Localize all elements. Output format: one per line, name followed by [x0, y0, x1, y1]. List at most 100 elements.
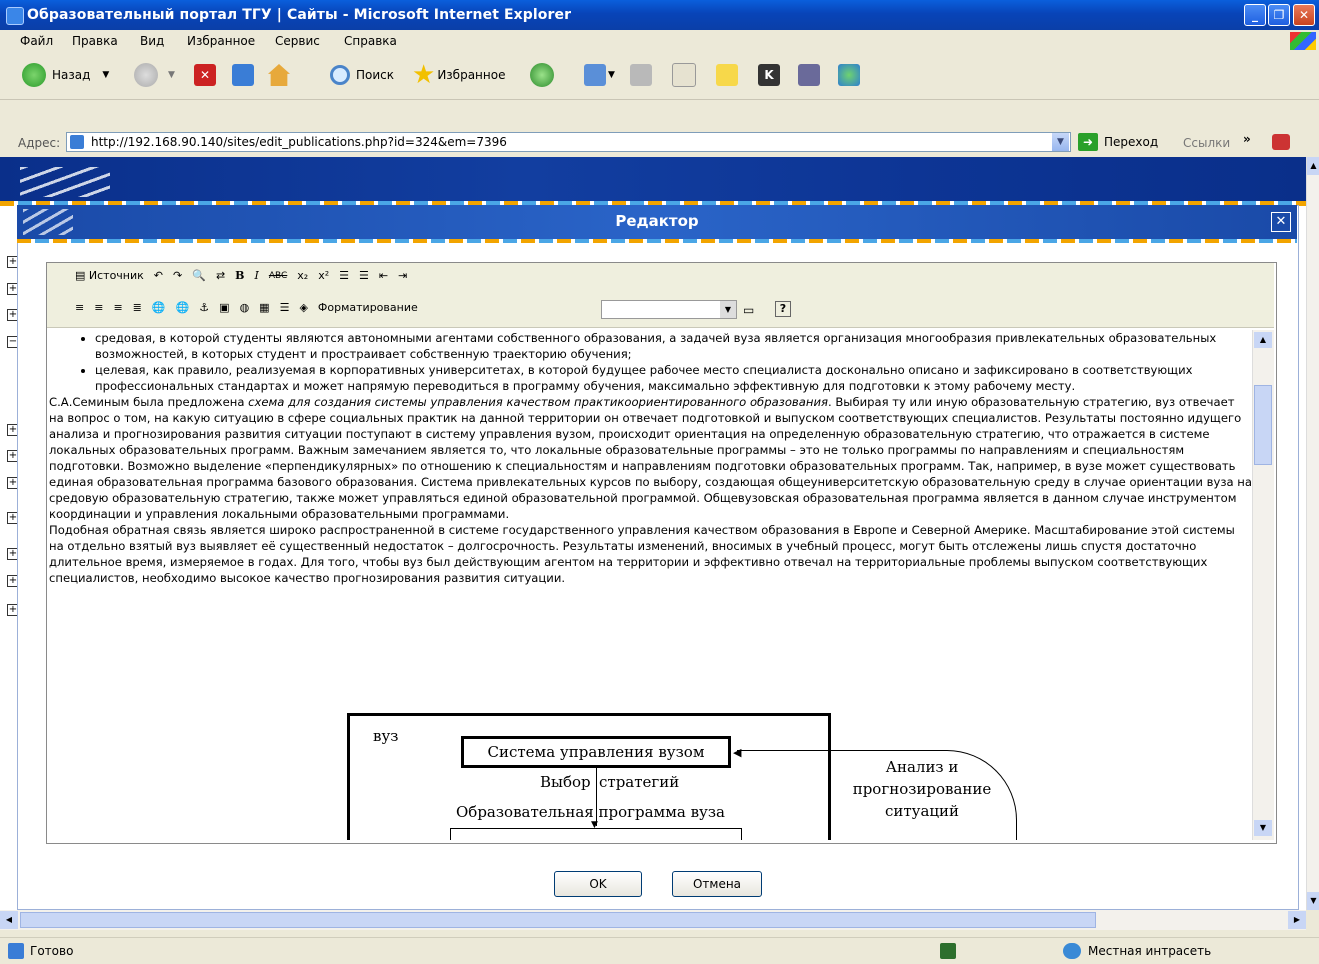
chevron-down-icon[interactable]: ▼	[608, 70, 615, 80]
research-button[interactable]	[798, 61, 820, 89]
discuss-button[interactable]	[716, 61, 738, 89]
editor-content[interactable]: средовая, в которой студенты являются ав…	[47, 330, 1252, 840]
menu-edit[interactable]: Правка	[72, 34, 118, 48]
editor-toolbar: ▤ Источник ↶ ↷ 🔍 ⇄ B I ABC x₂ x² ☰ ☰ ⇤ ⇥…	[47, 263, 1274, 328]
dialog-decor-stripe	[17, 239, 1297, 243]
window-title: Образовательный портал ТГУ | Сайты - Mic…	[27, 7, 572, 23]
table-icon[interactable]: ▦	[259, 301, 269, 314]
unlink-icon[interactable]: 🌐	[176, 301, 190, 314]
dialog-close-button[interactable]: ✕	[1271, 212, 1291, 232]
edit-button[interactable]	[672, 61, 696, 89]
diagram-analysis-label: Анализ и прогнозирование ситуаций	[852, 758, 992, 820]
extra-tool-icon[interactable]	[1272, 134, 1290, 150]
search-button[interactable]: Поиск	[330, 61, 394, 89]
align-left-icon[interactable]: ≡	[75, 301, 84, 314]
links-label[interactable]: Ссылки	[1183, 136, 1230, 150]
replace-icon[interactable]: ⇄	[216, 269, 225, 282]
stop-icon: ✕	[194, 64, 216, 86]
print-icon	[630, 64, 652, 86]
redo-icon[interactable]: ↷	[173, 269, 182, 282]
menu-favorites[interactable]: Избранное	[187, 34, 255, 48]
scroll-right-icon[interactable]: ▶	[1288, 911, 1306, 929]
stop-button[interactable]: ✕	[194, 61, 216, 89]
source-button[interactable]: ▤ Источник	[75, 269, 144, 282]
ie-app-icon	[6, 7, 24, 25]
status-text: Готово	[30, 944, 74, 958]
menu-tools[interactable]: Сервис	[275, 34, 320, 48]
outdent-icon[interactable]: ⇤	[379, 269, 388, 282]
link-icon[interactable]: 🌐	[152, 301, 166, 314]
undo-icon[interactable]: ↶	[154, 269, 163, 282]
minimize-button[interactable]: _	[1244, 4, 1266, 26]
paragraph: С.А.Семиным была предложена схема для со…	[49, 395, 1252, 521]
refresh-button[interactable]	[232, 61, 254, 89]
scroll-up-icon[interactable]: ▲	[1307, 157, 1319, 175]
justify-icon[interactable]: ≣	[133, 301, 142, 314]
bulleted-list-icon[interactable]: ☰	[359, 269, 369, 282]
scroll-down-icon[interactable]: ▼	[1254, 820, 1272, 836]
scroll-thumb[interactable]	[20, 912, 1096, 928]
menu-help[interactable]: Справка	[344, 34, 397, 48]
formatting-select[interactable]: ▼	[601, 300, 737, 319]
find-icon[interactable]: 🔍	[192, 269, 206, 282]
list-item: целевая, как правило, реализуемая в корп…	[95, 362, 1252, 394]
more-chevron-icon[interactable]: »	[1243, 132, 1251, 146]
align-right-icon[interactable]: ≡	[113, 301, 122, 314]
restore-button[interactable]: ❐	[1268, 4, 1290, 26]
strikethrough-icon[interactable]: ABC	[269, 271, 287, 281]
security-zone: Местная интрасеть	[1088, 944, 1212, 958]
menu-file[interactable]: Файл	[20, 34, 53, 48]
superscript-icon[interactable]: x²	[318, 269, 329, 282]
scroll-thumb[interactable]	[1254, 385, 1272, 465]
page-horizontal-scrollbar[interactable]: ◀ ▶	[0, 910, 1306, 930]
chevron-down-icon[interactable]: ▼	[168, 70, 175, 80]
maximize-editor-icon[interactable]: ▭	[743, 303, 754, 317]
page-icon	[70, 135, 84, 149]
strategy-list: средовая, в которой студенты являются ав…	[47, 330, 1252, 394]
menu-view[interactable]: Вид	[140, 34, 164, 48]
forward-button[interactable]: ▼	[134, 61, 175, 89]
horizontal-rule-icon[interactable]: ☰	[280, 301, 290, 314]
status-bar: Готово Местная интрасеть	[0, 937, 1319, 964]
page-vertical-scrollbar[interactable]: ▲ ▼	[1306, 157, 1319, 910]
mail-icon	[584, 64, 606, 86]
print-button[interactable]	[630, 61, 652, 89]
address-dropdown[interactable]: ▼	[1052, 133, 1069, 151]
ordered-list-icon[interactable]: ☰	[339, 269, 349, 282]
italic-icon[interactable]: I	[254, 269, 258, 282]
flash-icon[interactable]: ◍	[240, 301, 250, 314]
scroll-up-icon[interactable]: ▲	[1254, 332, 1272, 348]
messenger-icon	[838, 64, 860, 86]
subscript-icon[interactable]: x₂	[297, 269, 308, 282]
media-button[interactable]	[530, 61, 554, 89]
address-input[interactable]: http://192.168.90.140/sites/edit_publica…	[66, 132, 1071, 152]
home-icon	[268, 64, 290, 86]
k-button[interactable]: K	[758, 61, 780, 89]
media-icon	[530, 63, 554, 87]
indent-icon[interactable]: ⇥	[398, 269, 407, 282]
go-button[interactable]: ➜ Переход	[1078, 133, 1158, 151]
image-icon[interactable]: ▣	[219, 301, 229, 314]
formatting-label: Форматирование	[317, 301, 418, 314]
favorites-button[interactable]: ★ Избранное	[412, 61, 505, 89]
back-button[interactable]: Назад ▼	[22, 61, 109, 89]
align-center-icon[interactable]: ≡	[94, 301, 103, 314]
chevron-down-icon: ▼	[720, 301, 736, 318]
scroll-down-icon[interactable]: ▼	[1307, 892, 1319, 910]
refresh-icon	[232, 64, 254, 86]
mail-button[interactable]: ▼	[584, 61, 615, 89]
bold-icon[interactable]: B	[235, 269, 244, 282]
ok-button[interactable]: OK	[554, 871, 642, 897]
folder-icon	[716, 64, 738, 86]
close-button[interactable]: ✕	[1293, 4, 1315, 26]
chevron-down-icon[interactable]: ▼	[102, 70, 109, 80]
cancel-button[interactable]: Отмена	[672, 871, 762, 897]
special-char-icon[interactable]: ◈	[299, 301, 307, 314]
home-button[interactable]	[268, 61, 290, 89]
anchor-icon[interactable]: ⚓	[199, 301, 209, 314]
page-status-icon	[8, 943, 24, 959]
editor-vertical-scrollbar[interactable]: ▲ ▼	[1252, 330, 1274, 840]
help-icon[interactable]: ?	[775, 301, 791, 317]
messenger-button[interactable]	[838, 61, 860, 89]
scroll-left-icon[interactable]: ◀	[0, 911, 18, 929]
